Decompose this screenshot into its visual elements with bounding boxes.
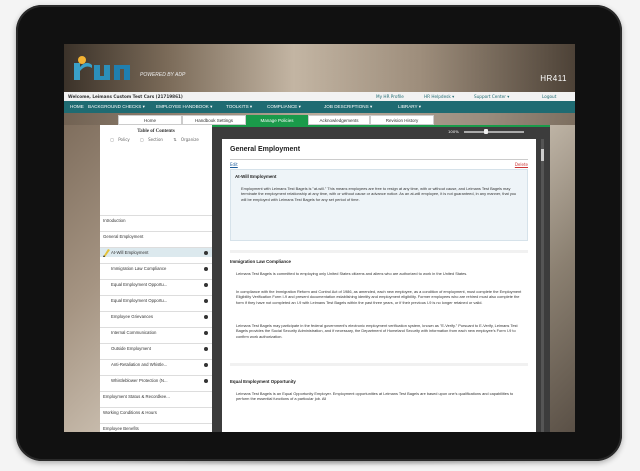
- toc-item-label: Internal Communication: [111, 330, 157, 335]
- nav-home[interactable]: HOME: [70, 104, 84, 109]
- nav-compliance[interactable]: COMPLIANCE ▾: [267, 104, 301, 110]
- tab-manage-policies[interactable]: Manage Policies: [246, 115, 308, 125]
- nav-employee-handbook[interactable]: EMPLOYEE HANDBOOK ▾: [156, 104, 212, 110]
- nav-job-descriptions[interactable]: JOB DESCRIPTIONS ▾: [324, 104, 372, 110]
- toc-item-whistleblower[interactable]: Whistleblower Protection (N...: [100, 375, 212, 385]
- tab-strip: Home Handbook Settings Manage Policies A…: [64, 113, 575, 125]
- delete-link[interactable]: Delete: [515, 162, 528, 167]
- toc-item-employee-grievances[interactable]: Employee Grievances: [100, 311, 212, 321]
- toc-item-internal-communication[interactable]: Internal Communication: [100, 327, 212, 337]
- info-dot-icon[interactable]: [204, 363, 208, 367]
- title-divider: [230, 159, 528, 160]
- link-support-center[interactable]: Support Center ▾: [474, 94, 509, 99]
- link-hr-helpdesk[interactable]: HR Helpdesk ▾: [424, 94, 454, 99]
- nav-background-checks[interactable]: BACKGROUND CHECKS ▾: [88, 104, 145, 110]
- section-heading: Immigration Law Compliance: [230, 259, 291, 264]
- toc-item-label: At-Will Employment: [111, 250, 149, 255]
- toc-item-label: Working Conditions & Hours: [103, 410, 157, 415]
- page-title: General Employment: [230, 146, 301, 153]
- header-banner: POWERED BY ADP HR411: [64, 44, 575, 92]
- info-dot-icon[interactable]: [204, 267, 208, 271]
- section-separator: [230, 250, 528, 253]
- product-name: HR411: [540, 74, 567, 83]
- add-section-label: Section: [148, 137, 163, 142]
- document-viewer: 100% General Employment Edit Delete At-W…: [212, 125, 550, 432]
- nav-toolkits[interactable]: TOOLKITS ▾: [226, 104, 252, 110]
- section-paragraph: Leimans Test Bagels may participate in t…: [236, 323, 518, 339]
- toc-section-working-conditions[interactable]: Working Conditions & Hours: [100, 407, 212, 417]
- toc-item-label: Equal Employment Opportu...: [111, 282, 168, 287]
- section-separator: [230, 363, 528, 366]
- organize-button[interactable]: ⇅ Organize: [173, 137, 202, 142]
- info-dot-icon[interactable]: [204, 251, 208, 255]
- run-logo-icon[interactable]: [74, 54, 132, 86]
- toc-item-label: Immigration Law Compliance: [111, 266, 167, 271]
- section-paragraph: Leimans Test Bagels is an Equal Opportun…: [236, 391, 514, 402]
- link-my-hr-profile[interactable]: My HR Profile: [376, 94, 404, 99]
- logo-tagline: POWERED BY ADP: [140, 72, 186, 78]
- toc-item-label: General Employment: [103, 234, 144, 239]
- info-dot-icon[interactable]: [204, 347, 208, 351]
- policy-section-at-will[interactable]: At-Will Employment Employment with Leima…: [230, 169, 528, 241]
- toc-item-at-will-employment[interactable]: At-Will Employment: [100, 247, 212, 257]
- toc-item-label: Introduction: [103, 218, 126, 223]
- tab-acknowledgements[interactable]: Acknowledgements: [308, 115, 370, 125]
- tab-home[interactable]: Home: [118, 115, 182, 125]
- section-paragraph: In compliance with the Immigration Refor…: [236, 289, 522, 305]
- info-dot-icon[interactable]: [204, 299, 208, 303]
- toc-item-outside-employment[interactable]: Outside Employment: [100, 343, 212, 353]
- toc-section-general-employment[interactable]: General Employment: [100, 231, 212, 241]
- table-of-contents: Table of Contents ▢ Policy ▢ Section ⇅ O…: [100, 125, 212, 432]
- main-nav: HOME BACKGROUND CHECKS ▾ EMPLOYEE HANDBO…: [64, 101, 575, 113]
- toc-item-immigration-law[interactable]: Immigration Law Compliance: [100, 263, 212, 273]
- tab-handbook-settings[interactable]: Handbook Settings: [182, 115, 246, 125]
- info-dot-icon[interactable]: [204, 315, 208, 319]
- toc-section-employment-status[interactable]: Employment Status & Recordkee...: [100, 391, 212, 401]
- link-logout[interactable]: Logout: [542, 94, 556, 99]
- toc-section-employee-benefits[interactable]: Employee Benefits: [100, 423, 212, 432]
- edit-link[interactable]: Edit: [230, 162, 238, 167]
- toc-item-label: Outside Employment: [111, 346, 151, 351]
- tab-revision-history[interactable]: Revision History: [370, 115, 434, 125]
- info-dot-icon[interactable]: [204, 331, 208, 335]
- toc-item-eeo-1[interactable]: Equal Employment Opportu...: [100, 279, 212, 289]
- document-scroll-thumb[interactable]: [541, 149, 544, 161]
- toc-item-label: Equal Employment Opportu...: [111, 298, 168, 303]
- document-scrollbar[interactable]: [541, 139, 544, 432]
- toc-title: Table of Contents: [137, 129, 175, 134]
- toc-item-eeo-2[interactable]: Equal Employment Opportu...: [100, 295, 212, 305]
- app-screen: POWERED BY ADP HR411 Welcome, Leimans Cu…: [64, 44, 575, 432]
- zoom-label: 100%: [448, 129, 459, 134]
- nav-library[interactable]: LIBRARY ▾: [398, 104, 421, 110]
- active-tab-underline: [212, 125, 550, 127]
- welcome-text: Welcome, Leimans Custom Test Cars (21719…: [68, 94, 183, 99]
- toc-item-label: Employee Benefits: [103, 426, 139, 431]
- pencil-icon: [103, 249, 110, 257]
- organize-label: Organize: [180, 137, 199, 142]
- toc-actions: ▢ Policy ▢ Section ⇅ Organize: [100, 137, 212, 142]
- toc-item-label: Employment Status & Recordkee...: [103, 394, 170, 399]
- toc-item-anti-retaliation[interactable]: Anti-Retaliation and Whistle...: [100, 359, 212, 369]
- toc-section-introduction[interactable]: Introduction: [100, 215, 212, 225]
- zoom-slider[interactable]: [464, 131, 524, 133]
- section-heading: At-Will Employment: [235, 174, 277, 179]
- add-policy-label: Policy: [118, 137, 130, 142]
- add-section-button[interactable]: ▢ Section: [140, 137, 166, 142]
- toc-item-label: Anti-Retaliation and Whistle...: [111, 362, 168, 367]
- section-paragraph: Leimans Test Bagels is committed to empl…: [236, 271, 468, 276]
- welcome-bar: Welcome, Leimans Custom Test Cars (21719…: [64, 92, 575, 101]
- zoom-slider-handle[interactable]: [484, 129, 488, 134]
- section-paragraph: Employment with Leimans Test Bagels is "…: [241, 186, 517, 202]
- section-heading: Equal Employment Opportunity: [230, 379, 296, 384]
- toc-item-label: Employee Grievances: [111, 314, 154, 319]
- document-page: General Employment Edit Delete At-Will E…: [222, 139, 536, 432]
- info-dot-icon[interactable]: [204, 283, 208, 287]
- info-dot-icon[interactable]: [204, 379, 208, 383]
- add-policy-button[interactable]: ▢ Policy: [110, 137, 133, 142]
- toc-item-label: Whistleblower Protection (N...: [111, 378, 168, 383]
